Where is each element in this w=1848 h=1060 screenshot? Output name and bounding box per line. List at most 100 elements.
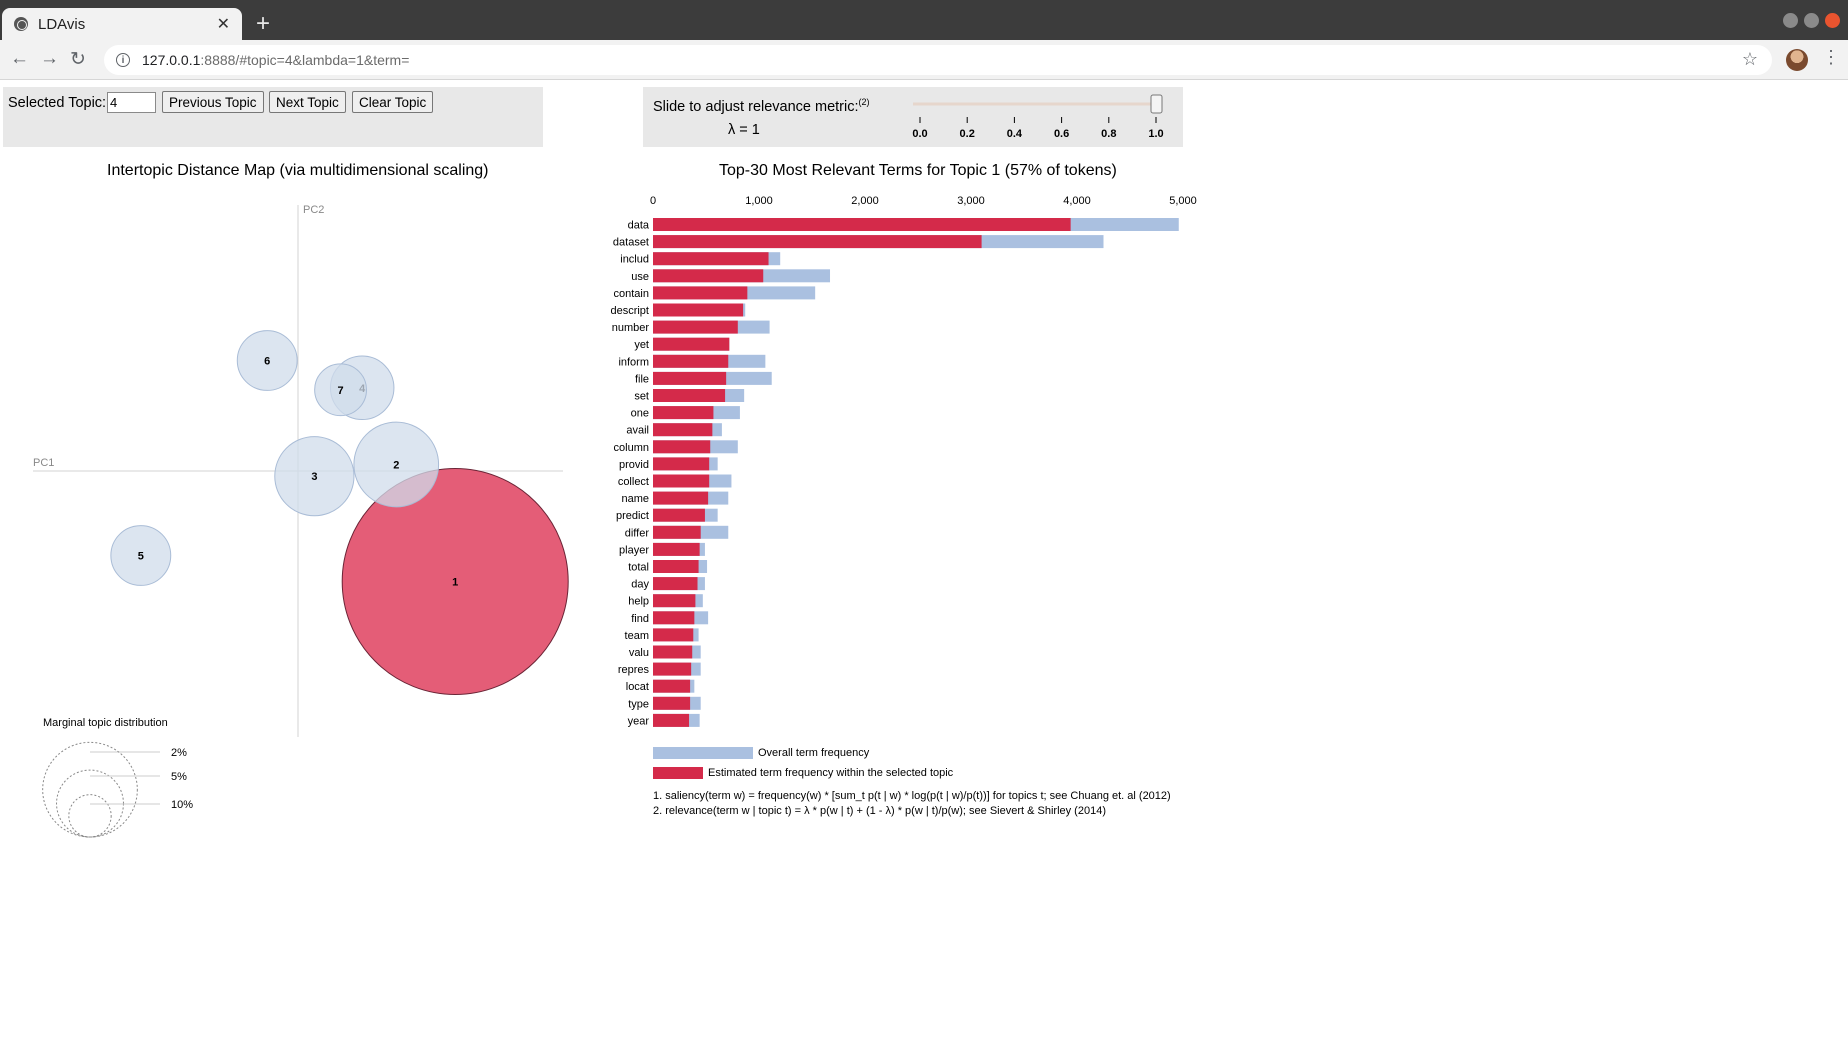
- slider-tick-label: 0.6: [1054, 128, 1069, 140]
- bar-estimated: [653, 560, 699, 573]
- term-label: collect: [618, 476, 649, 488]
- term-label: team: [625, 630, 649, 642]
- bar-estimated: [653, 474, 710, 488]
- term-label: find: [631, 613, 649, 625]
- info-icon[interactable]: i: [116, 53, 130, 67]
- url-text: 127.0.0.1:8888/#topic=4&lambda=1&term=: [142, 52, 410, 68]
- term-label: type: [628, 698, 649, 710]
- term-label: set: [634, 391, 649, 403]
- bookmark-star-icon[interactable]: ☆: [1742, 49, 1758, 70]
- bar-estimated: [653, 577, 698, 591]
- bar-estimated: [653, 628, 694, 642]
- bars-title: Top-30 Most Relevant Terms for Topic 1 (…: [719, 162, 1117, 179]
- term-labels: data dataset includ use contain descript numbe…: [610, 220, 649, 728]
- map-title: Intertopic Distance Map (via multidimens…: [107, 162, 489, 179]
- x-axis-ticks: 0 1,000 2,000 3,000 4,000 5,000: [650, 195, 1197, 207]
- legend-estimated-label: Estimated term frequency within the sele…: [708, 767, 954, 779]
- marginal-legend-title: Marginal topic distribution: [43, 717, 168, 729]
- topic-label-6: 6: [264, 356, 270, 368]
- tab-close-icon[interactable]: ✕: [217, 14, 230, 34]
- bars: [653, 218, 1179, 727]
- slider-tick-label: 0.2: [960, 128, 975, 140]
- browser-titlebar: LDAvis ✕ +: [0, 0, 1848, 40]
- selected-topic-label: Selected Topic:: [8, 95, 107, 111]
- clear-topic-button[interactable]: Clear Topic: [352, 91, 434, 113]
- window-controls: [1783, 13, 1840, 28]
- bar-estimated: [653, 252, 769, 266]
- slider-thumb[interactable]: [1150, 94, 1163, 114]
- term-label: day: [631, 579, 649, 591]
- bar-estimated: [653, 423, 713, 437]
- bar-estimated: [653, 320, 738, 334]
- x-tick-label: 1,000: [745, 195, 773, 207]
- previous-topic-button[interactable]: Previous Topic: [162, 91, 264, 113]
- bar-estimated: [653, 218, 1071, 231]
- topic-label-1: 1: [452, 577, 458, 589]
- topic-label-3: 3: [311, 471, 317, 483]
- menu-kebab-icon[interactable]: ⋮: [1822, 47, 1840, 68]
- profile-avatar[interactable]: [1786, 49, 1808, 71]
- bar-estimated: [653, 645, 693, 659]
- bar-estimated: [653, 440, 711, 454]
- new-tab-button[interactable]: +: [256, 10, 270, 38]
- bar-estimated: [653, 491, 709, 505]
- globe-icon: [14, 17, 28, 31]
- bar-estimated: [653, 354, 729, 368]
- selected-topic-input[interactable]: [107, 92, 156, 113]
- term-label: dataset: [613, 237, 649, 249]
- pc1-axis-label: PC1: [33, 457, 54, 469]
- term-label: inform: [618, 356, 649, 368]
- bar-estimated: [653, 679, 691, 693]
- term-label: includ: [620, 254, 649, 266]
- legend-size-circle: [42, 741, 138, 838]
- maximize-icon[interactable]: [1804, 13, 1819, 28]
- bar-estimated: [653, 662, 692, 676]
- tab-title: LDAvis: [38, 15, 86, 33]
- address-bar[interactable]: i 127.0.0.1:8888/#topic=4&lambda=1&term=…: [104, 45, 1772, 75]
- term-label: player: [619, 544, 649, 556]
- bar-estimated: [653, 269, 764, 283]
- relevance-slider-panel: Slide to adjust relevance metric:(2) λ =…: [643, 87, 1183, 147]
- bar-estimated: [653, 303, 744, 317]
- x-tick-label: 2,000: [851, 195, 879, 207]
- relevance-slider[interactable]: 0.0 0.2 0.4 0.6 0.8 1.0: [643, 87, 1183, 147]
- browser-tab[interactable]: LDAvis ✕: [2, 8, 242, 40]
- reload-icon[interactable]: ↻: [70, 48, 86, 71]
- term-label: data: [628, 220, 650, 232]
- forward-arrow-icon[interactable]: →: [40, 48, 59, 70]
- intertopic-distance-map: PC2 PC1 1234567 Marginal topic distribut…: [33, 204, 569, 838]
- legend-size-label: 5%: [171, 771, 187, 783]
- bar-estimated: [653, 235, 982, 249]
- bar-estimated: [653, 286, 748, 300]
- topic-label-2: 2: [393, 460, 399, 472]
- topic-controls-panel: Selected Topic: Previous Topic Next Topi…: [3, 87, 543, 147]
- bar-estimated: [653, 594, 696, 608]
- bar-estimated: [653, 389, 726, 402]
- bar-estimated: [653, 713, 690, 727]
- slider-tick-label: 0.0: [912, 128, 927, 140]
- slider-tick-label: 0.8: [1101, 128, 1116, 140]
- pc2-axis-label: PC2: [303, 204, 324, 216]
- term-label: valu: [629, 647, 649, 659]
- back-arrow-icon[interactable]: ←: [10, 48, 29, 70]
- bar-estimated: [653, 696, 691, 710]
- x-tick-label: 4,000: [1063, 195, 1091, 207]
- term-label: predict: [616, 510, 649, 522]
- term-label: column: [614, 442, 649, 454]
- minimize-icon[interactable]: [1783, 13, 1798, 28]
- window-close-icon[interactable]: [1825, 13, 1840, 28]
- legend-overall-swatch: [653, 747, 753, 759]
- term-label: descript: [610, 305, 649, 317]
- bar-estimated: [653, 371, 727, 385]
- x-tick-label: 5,000: [1169, 195, 1197, 207]
- term-label: differ: [625, 527, 650, 539]
- legend-size-circle: [68, 794, 112, 838]
- term-label: avail: [626, 425, 649, 437]
- x-tick-label: 3,000: [957, 195, 985, 207]
- next-topic-button[interactable]: Next Topic: [269, 91, 346, 113]
- topic-circles: 1234567: [110, 330, 569, 695]
- term-label: locat: [626, 681, 649, 693]
- legend-size-label: 10%: [171, 799, 193, 811]
- browser-toolbar: ← → ↻ i 127.0.0.1:8888/#topic=4&lambda=1…: [0, 40, 1848, 80]
- bar-estimated: [653, 542, 700, 556]
